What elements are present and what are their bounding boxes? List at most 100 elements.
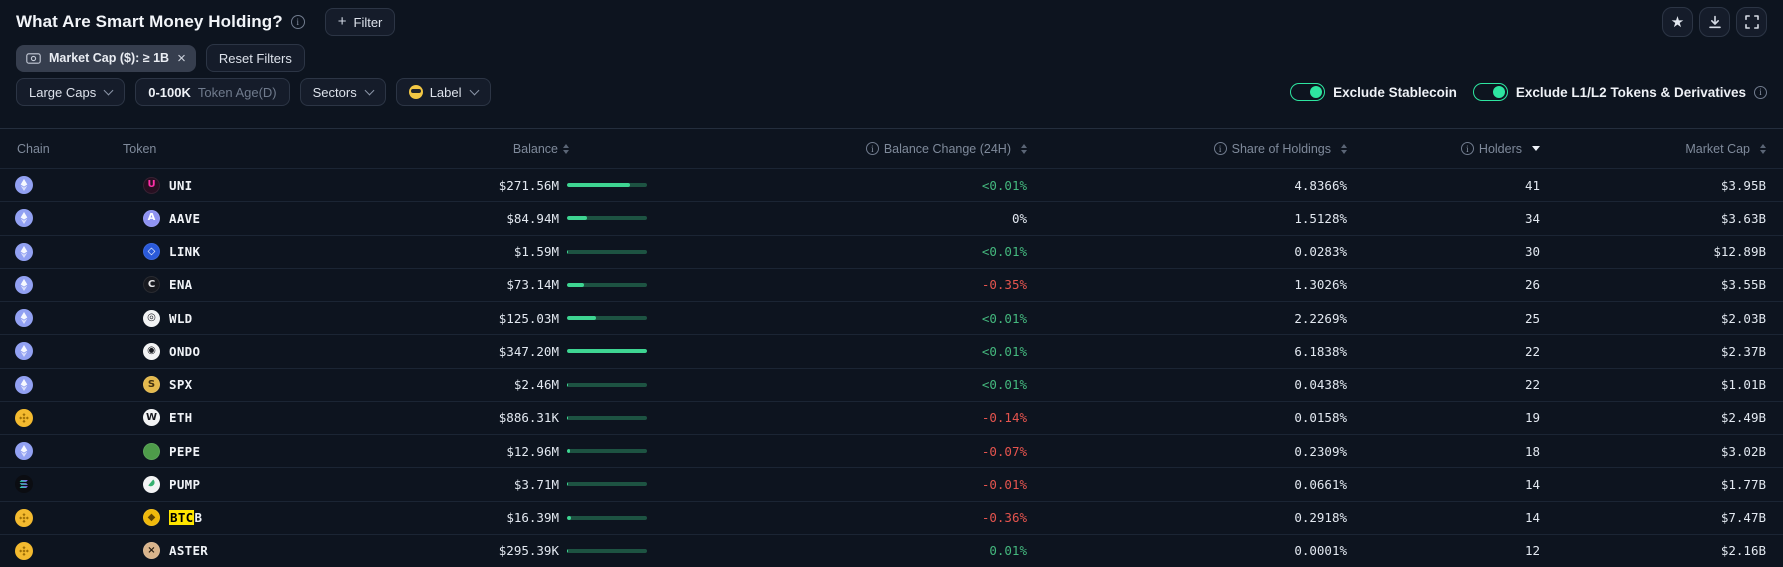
share-of-holdings-value: 6.1838% <box>1027 344 1347 359</box>
chip-label: Market Cap ($): ≥ 1B <box>49 51 169 65</box>
share-of-holdings-value: 1.5128% <box>1027 211 1347 226</box>
balance-bar-fill <box>567 183 630 187</box>
balance-change-value: -0.01% <box>657 477 1027 492</box>
star-icon: ★ <box>1671 15 1684 30</box>
token-icon: × <box>143 542 160 559</box>
ethereum-chain-icon <box>15 176 33 194</box>
balance-bar-fill <box>567 482 568 486</box>
exclude-stablecoin-toggle[interactable]: Exclude Stablecoin <box>1290 83 1457 101</box>
token-cell[interactable]: ◗ PUMP <box>110 476 445 493</box>
column-header-balance[interactable]: Balance <box>445 142 657 156</box>
label-dropdown[interactable]: Label <box>396 78 491 106</box>
token-symbol: AAVE <box>169 211 200 226</box>
token-cell[interactable]: UUNI <box>110 177 445 194</box>
table-row[interactable]: WETH$886.31K-0.14%0.0158%19$2.49B <box>0 401 1783 434</box>
token-cell[interactable]: PEPE <box>110 443 445 460</box>
token-icon: C <box>143 276 160 293</box>
holders-value: 18 <box>1347 444 1540 459</box>
remove-filter-icon[interactable]: × <box>177 51 186 66</box>
balance-bar-fill <box>567 449 570 453</box>
toggle-switch-on[interactable] <box>1473 83 1508 101</box>
chain-cell <box>0 409 110 427</box>
dropdown-label: Large Caps <box>29 85 96 100</box>
balance-value: $125.03M <box>445 311 559 326</box>
add-filter-button[interactable]: + Filter <box>325 8 396 36</box>
token-age-suffix: Token Age(D) <box>198 85 277 100</box>
token-cell[interactable]: SSPX <box>110 376 445 393</box>
fullscreen-icon <box>1745 15 1759 29</box>
info-icon[interactable]: i <box>1754 86 1767 99</box>
token-cell[interactable]: ◎WLD <box>110 310 445 327</box>
share-of-holdings-value: 0.0158% <box>1027 410 1347 425</box>
exclusion-toggles: Exclude Stablecoin Exclude L1/L2 Tokens … <box>1290 83 1767 101</box>
info-icon: i <box>1214 142 1227 155</box>
token-symbol: ASTER <box>169 543 208 558</box>
token-cell[interactable]: × ASTER <box>110 542 445 559</box>
token-cell[interactable]: CENA <box>110 276 445 293</box>
market-cap-size-dropdown[interactable]: Large Caps <box>16 78 125 106</box>
column-label: Holders <box>1479 142 1522 156</box>
chevron-down-icon <box>364 85 374 95</box>
column-header-market-cap[interactable]: Market Cap <box>1540 142 1783 156</box>
reset-filters-button[interactable]: Reset Filters <box>206 44 305 72</box>
table-row[interactable]: ◗PUMP$3.71M-0.01%0.0661%14$1.77B <box>0 467 1783 500</box>
balance-cell: $73.14M <box>445 277 657 292</box>
balance-cell: $271.56M <box>445 178 657 193</box>
column-header-holders[interactable]: i Holders <box>1347 142 1540 156</box>
toggle-knob <box>1493 86 1505 98</box>
token-icon: ◆ <box>143 509 160 526</box>
table-row[interactable]: ◎WLD$125.03M<0.01%2.2269%25$2.03B <box>0 301 1783 334</box>
balance-bar-fill <box>567 216 587 220</box>
table-row[interactable]: AAAVE$84.94M0%1.5128%34$3.63B <box>0 201 1783 234</box>
active-filter-chip[interactable]: Market Cap ($): ≥ 1B × <box>16 45 196 72</box>
column-header-balance-change[interactable]: i Balance Change (24H) <box>657 142 1027 156</box>
filter-button-label: Filter <box>354 15 383 30</box>
column-header-share-of-holdings[interactable]: i Share of Holdings <box>1027 142 1347 156</box>
table-row[interactable]: PEPE$12.96M-0.07%0.2309%18$3.02B <box>0 434 1783 467</box>
favorite-button[interactable]: ★ <box>1662 7 1693 37</box>
share-of-holdings-value: 0.2918% <box>1027 510 1347 525</box>
balance-bar <box>567 449 647 453</box>
column-header-token: Token <box>110 142 445 156</box>
token-cell[interactable]: WETH <box>110 409 445 426</box>
table-row[interactable]: ×ASTER$295.39K0.01%0.0001%12$2.16B <box>0 534 1783 567</box>
balance-value: $1.59M <box>445 244 559 259</box>
table-row[interactable]: ◉ONDO$347.20M<0.01%6.1838%22$2.37B <box>0 334 1783 367</box>
active-filters-row: Market Cap ($): ≥ 1B × Reset Filters <box>0 44 1783 72</box>
ethereum-chain-icon <box>15 243 33 261</box>
table-body: UUNI$271.56M<0.01%4.8366%41$3.95BAAAVE$8… <box>0 168 1783 567</box>
token-icon: ◇ <box>143 243 160 260</box>
table-row[interactable]: ◆BTCB$16.39M-0.36%0.2918%14$7.47B <box>0 501 1783 534</box>
money-icon <box>26 53 41 64</box>
token-cell[interactable]: ◇LINK <box>110 243 445 260</box>
table-row[interactable]: UUNI$271.56M<0.01%4.8366%41$3.95B <box>0 168 1783 201</box>
market-cap-value: $2.49B <box>1540 410 1783 425</box>
table-row[interactable]: ◇LINK$1.59M<0.01%0.0283%30$12.89B <box>0 235 1783 268</box>
token-cell[interactable]: ◆BTCB <box>110 509 445 526</box>
exclude-l1l2-toggle[interactable]: Exclude L1/L2 Tokens & Derivatives i <box>1473 83 1767 101</box>
balance-cell: $3.71M <box>445 477 657 492</box>
table-row[interactable]: CENA$73.14M-0.35%1.3026%26$3.55B <box>0 268 1783 301</box>
token-cell[interactable]: AAAVE <box>110 210 445 227</box>
token-age-filter[interactable]: 0-100K Token Age(D) <box>135 78 289 106</box>
holders-value: 34 <box>1347 211 1540 226</box>
download-button[interactable] <box>1699 7 1730 37</box>
fullscreen-button[interactable] <box>1736 7 1767 37</box>
toggle-switch-on[interactable] <box>1290 83 1325 101</box>
token-symbol: PUMP <box>169 477 200 492</box>
token-cell[interactable]: ◉ONDO <box>110 343 445 360</box>
reset-filters-label: Reset Filters <box>219 51 292 66</box>
sort-icon <box>563 144 569 154</box>
sectors-dropdown[interactable]: Sectors <box>300 78 386 106</box>
token-icon: S <box>143 376 160 393</box>
token-icon: ◗ <box>143 476 160 493</box>
table-row[interactable]: SSPX$2.46M<0.01%0.0438%22$1.01B <box>0 368 1783 401</box>
balance-value: $295.39K <box>445 543 559 558</box>
holders-value: 12 <box>1347 543 1540 558</box>
balance-bar <box>567 316 647 320</box>
title-info-icon[interactable]: i <box>291 15 305 29</box>
balance-bar-fill <box>567 316 596 320</box>
chain-cell <box>0 442 110 460</box>
solana-chain-icon <box>15 475 33 493</box>
share-of-holdings-value: 0.2309% <box>1027 444 1347 459</box>
